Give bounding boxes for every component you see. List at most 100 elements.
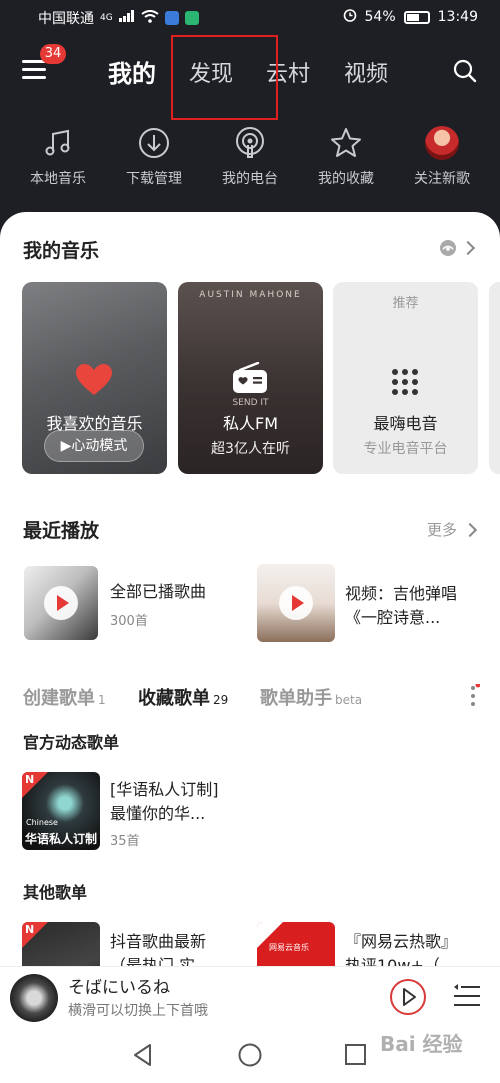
podcast-icon <box>236 127 264 158</box>
recent-title-line1: 视频：吉他弹唱 <box>345 584 458 603</box>
playlist-item-netease-hot[interactable]: 网易云音乐 『网易云热歌』 热评10w+（ <box>257 922 487 972</box>
recents-icon[interactable] <box>343 1042 369 1072</box>
highlight-annotation-box <box>171 35 278 120</box>
playlist-cover: N Chinese 华语私人订制 <box>22 772 100 850</box>
status-bar: 中国联通 4G 54% 13:49 <box>0 0 500 36</box>
recommend-tag: 推荐 <box>392 296 419 311</box>
playlist-title-line1: 『网易云热歌』 <box>345 932 458 951</box>
listener-count: 超3亿人在听 <box>211 441 290 457</box>
network-label: 4G <box>100 13 113 23</box>
quick-item-my-radio[interactable]: 我的电台 <box>200 126 300 188</box>
album-art-subtext: SEND IT <box>232 398 269 408</box>
card-title: 最嗨电音 <box>373 414 438 433</box>
playlist-title-line1: [华语私人订制] <box>110 780 219 799</box>
playlist-title-line2: 最懂你的华... <box>110 804 206 823</box>
heart-icon <box>76 364 112 395</box>
tab-label: 创建歌单 <box>23 688 95 709</box>
now-playing-cover <box>10 974 58 1022</box>
privacy-icon[interactable] <box>438 238 458 262</box>
recent-thumb <box>257 564 335 642</box>
recent-item-video[interactable]: 视频：吉他弹唱 《一腔诗意... <box>257 564 497 644</box>
chevron-right-icon[interactable] <box>460 240 476 256</box>
clock-time: 13:49 <box>437 9 478 25</box>
quick-item-local-music[interactable]: 本地音乐 <box>8 126 108 188</box>
now-playing-hint: 横滑可以切换上下首哦 <box>68 1003 208 1019</box>
notification-badge: 34 <box>40 44 66 64</box>
cover-big-text: 华语私人订制 <box>25 832 98 846</box>
quick-item-label: 我的收藏 <box>318 171 374 187</box>
recent-item-all-played[interactable]: 全部已播歌曲 300首 <box>24 566 244 642</box>
playlist-item-douyin[interactable]: N 抖音歌曲最新 （最热门 实 <box>22 922 242 972</box>
tab-playlist-assistant[interactable]: 歌单助手 beta <box>260 684 362 710</box>
tab-label: 收藏歌单 <box>138 688 210 709</box>
carrier-label: 中国联通 <box>38 11 94 27</box>
album-art-text: AUSTIN MAHONE <box>199 290 302 300</box>
back-icon[interactable] <box>130 1042 156 1072</box>
card-partial[interactable] <box>489 282 500 474</box>
recent-thumb <box>24 566 98 640</box>
heartbeat-mode-button[interactable]: ▶心动模式 <box>44 430 144 462</box>
recent-count: 300首 <box>110 614 148 629</box>
play-button[interactable] <box>388 977 428 1021</box>
tab-mine[interactable]: 我的 <box>108 54 156 89</box>
card-subtitle: 专业电音平台 <box>363 441 448 457</box>
system-navigation-bar: Bai 经验 <box>0 1026 500 1083</box>
playlist-queue-icon[interactable] <box>452 981 482 1015</box>
download-icon <box>139 128 169 158</box>
n-flag-letter: N <box>25 773 35 786</box>
card-personal-fm[interactable]: AUSTIN MAHONE 私人FM SEND IT 超3亿人在听 <box>178 282 323 474</box>
section-title-my-music: 我的音乐 <box>23 240 100 262</box>
n-flag-letter: N <box>25 923 35 936</box>
alarm-icon <box>343 8 357 26</box>
more-link[interactable]: 更多 <box>427 519 457 540</box>
mini-player[interactable]: そばにいるね 横滑可以切换上下首哦 <box>0 966 500 1026</box>
star-icon <box>331 128 361 157</box>
watermark-logo: Bai 经验 <box>380 1032 463 1056</box>
battery-icon <box>403 10 430 24</box>
now-playing-title: そばにいるね <box>68 978 170 998</box>
dots-grid-icon <box>392 369 418 395</box>
playlist-cover: N <box>22 922 100 972</box>
battery-percent: 54% <box>364 9 396 25</box>
tab-label: 歌单助手 <box>260 688 332 709</box>
wifi-icon <box>141 9 159 27</box>
signal-icon <box>118 10 135 26</box>
tab-count: 29 <box>213 693 229 707</box>
card-edm-recommend[interactable]: 推荐 最嗨电音 专业电音平台 <box>333 282 478 474</box>
brand-text: 网易云音乐 <box>269 943 309 952</box>
recent-title-line2: 《一腔诗意... <box>345 608 441 627</box>
chevron-right-icon[interactable] <box>462 522 478 538</box>
section-title-official: 官方动态歌单 <box>23 733 120 752</box>
playlist-item-chinese-private[interactable]: N Chinese 华语私人订制 [华语私人订制] 最懂你的华... 35首 <box>22 772 482 852</box>
playlist-count: 35首 <box>110 834 140 849</box>
app-notification-icon <box>184 11 199 25</box>
tab-created-playlists[interactable]: 创建歌单 1 <box>23 684 106 710</box>
recent-title: 全部已播歌曲 <box>110 582 207 601</box>
quick-item-label: 我的电台 <box>222 171 278 187</box>
quick-item-label: 本地音乐 <box>30 171 86 187</box>
cover-small-text: Chinese <box>26 818 58 827</box>
home-icon[interactable] <box>237 1042 263 1072</box>
quick-item-favorites[interactable]: 我的收藏 <box>296 126 396 188</box>
shield-app-icon <box>164 11 179 25</box>
quick-item-label: 关注新歌 <box>414 171 470 187</box>
playlist-title-line1: 抖音歌曲最新 <box>110 932 207 951</box>
card-liked-music[interactable]: 我喜欢的音乐 ▶心动模式 <box>22 282 167 474</box>
section-title-others: 其他歌单 <box>23 883 88 902</box>
more-vertical-icon[interactable] <box>468 682 481 712</box>
quick-item-downloads[interactable]: 下载管理 <box>104 126 204 188</box>
playlist-cover: 网易云音乐 <box>257 922 335 972</box>
search-icon[interactable] <box>452 58 478 84</box>
top-navigation-bar: 34 我的 发现 云村 视频 <box>0 35 500 120</box>
content-sheet: 我的音乐 我喜欢的音乐 ▶心动模式 AUSTIN MAHONE 私人FM SEN… <box>0 212 500 972</box>
card-title: 私人FM <box>222 414 278 433</box>
tab-count: 1 <box>98 693 106 707</box>
play-icon <box>279 586 313 620</box>
tab-count: beta <box>335 693 363 707</box>
tab-video[interactable]: 视频 <box>344 56 388 88</box>
play-icon <box>390 979 426 1015</box>
artist-avatar <box>425 126 459 160</box>
tab-collected-playlists[interactable]: 收藏歌单 29 <box>138 684 228 710</box>
music-note-icon <box>45 129 70 156</box>
quick-item-followed-new-songs[interactable]: 关注新歌 <box>392 126 492 188</box>
